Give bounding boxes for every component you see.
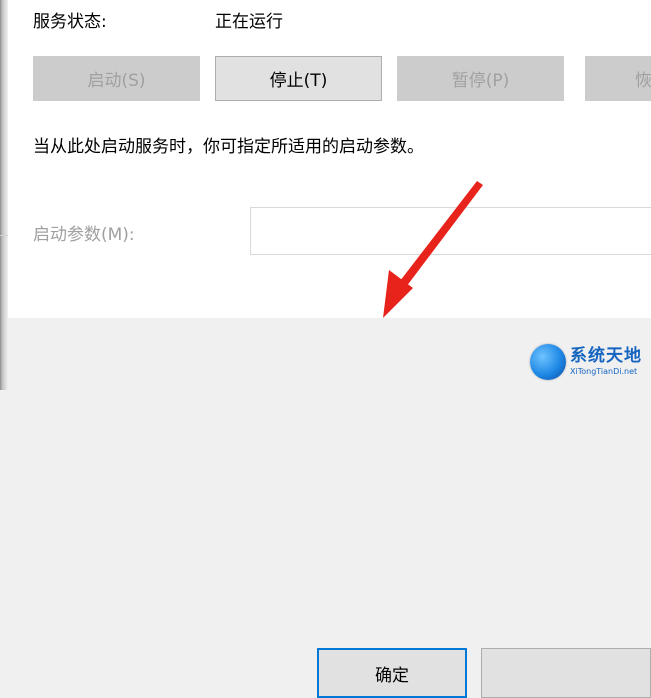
watermark-logo: 系统天地 XiTongTianDi.net	[530, 338, 651, 386]
start-params-input[interactable]	[250, 207, 651, 255]
start-params-hint: 当从此处启动服务时，你可指定所适用的启动参数。	[33, 137, 424, 157]
cancel-button[interactable]	[481, 648, 651, 698]
globe-icon	[530, 344, 566, 380]
service-status-value: 正在运行	[215, 12, 283, 32]
resume-button[interactable]: 恢	[585, 56, 651, 101]
pause-button[interactable]: 暂停(P)	[397, 56, 564, 101]
ok-button[interactable]: 确定	[317, 648, 467, 698]
service-status-label: 服务状态:	[33, 12, 107, 32]
start-button[interactable]: 启动(S)	[33, 56, 200, 101]
start-params-label: 启动参数(M):	[33, 225, 135, 245]
stop-button[interactable]: 停止(T)	[215, 56, 382, 101]
watermark-url: XiTongTianDi.net	[570, 367, 638, 376]
window-edge	[0, 0, 8, 390]
watermark-title: 系统天地	[570, 346, 642, 366]
edge-divider	[0, 235, 8, 236]
service-properties-panel: 服务状态: 正在运行 启动(S) 停止(T) 暂停(P) 恢 当从此处启动服务时…	[8, 0, 651, 318]
